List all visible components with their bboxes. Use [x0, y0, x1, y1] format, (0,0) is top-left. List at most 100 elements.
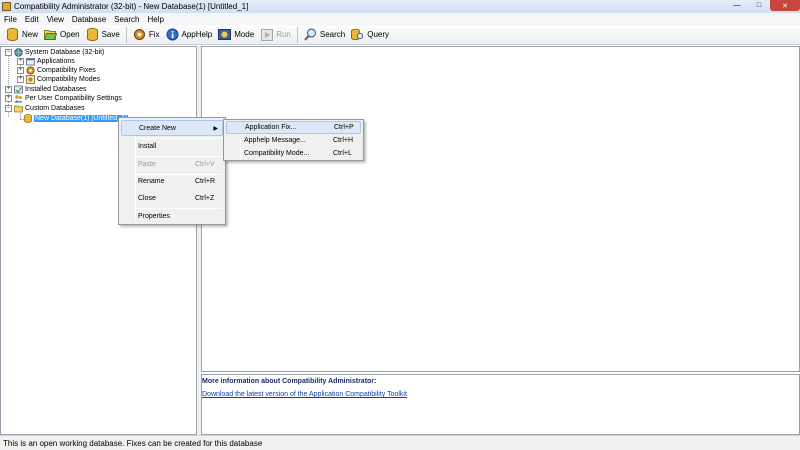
expand-toggle[interactable]: + [5, 95, 12, 102]
window-title: Compatibility Administrator (32-bit) - N… [14, 2, 249, 11]
query-label: Query [367, 30, 390, 39]
users-icon [14, 94, 23, 103]
application-fix-menu-item[interactable]: Application Fix... Ctrl+P [226, 121, 361, 134]
apphelp-label: AppHelp [181, 30, 213, 39]
save-database-icon [86, 28, 99, 41]
tree-item-installed-databases[interactable]: + Installed Databases [5, 85, 86, 94]
menu-item-label: Properties [138, 212, 170, 220]
menu-help[interactable]: Help [144, 15, 168, 24]
menu-item-shortcut: Ctrl+P [334, 124, 354, 131]
database-tree-pane[interactable]: − System Database (32-bit) + Application… [0, 46, 197, 435]
collapse-toggle[interactable]: − [5, 105, 12, 112]
close-window-button[interactable]: ✕ [770, 0, 800, 11]
fix-gear-icon [133, 28, 146, 41]
menu-search[interactable]: Search [110, 15, 143, 24]
search-button[interactable]: Search [301, 26, 348, 44]
new-database-icon [6, 28, 19, 41]
expand-toggle[interactable]: + [17, 76, 24, 83]
minimize-button[interactable]: — [726, 0, 748, 11]
menu-database[interactable]: Database [68, 15, 110, 24]
tree-label: Custom Databases [25, 105, 85, 112]
menu-item-label: Application Fix... [245, 124, 297, 131]
app-icon [2, 2, 11, 11]
status-text: This is an open working database. Fixes … [3, 438, 263, 448]
menu-item-shortcut: Ctrl+L [333, 150, 352, 157]
toolbar: New Open Save Fix AppHelp Mode Run Searc… [0, 25, 800, 45]
fix-label: Fix [148, 30, 160, 39]
apphelp-message-menu-item[interactable]: Apphelp Message... Ctrl+H [226, 134, 361, 147]
run-label: Run [276, 30, 291, 39]
run-icon [260, 28, 273, 41]
menu-item-shortcut: Ctrl+V [195, 160, 215, 168]
custom-databases-icon [14, 104, 23, 113]
mode-label: Mode [234, 30, 255, 39]
details-pane[interactable] [201, 46, 800, 372]
menu-item-shortcut: Ctrl+R [195, 177, 216, 185]
download-toolkit-link[interactable]: Download the latest version of the Appli… [202, 391, 799, 398]
rename-menu-item[interactable]: Rename Ctrl+R [121, 173, 223, 189]
query-icon [351, 28, 364, 41]
applications-icon [26, 57, 35, 66]
menu-bar: File Edit View Database Search Help [0, 13, 800, 25]
installed-databases-icon [14, 85, 23, 94]
window-controls: — □ ✕ [726, 0, 800, 11]
menu-view[interactable]: View [43, 15, 68, 24]
tree-item-system-database[interactable]: − System Database (32-bit) [5, 48, 104, 57]
open-folder-icon [44, 28, 58, 41]
open-button[interactable]: Open [41, 26, 83, 44]
context-menu: Create New ▶ Install Paste Ctrl+V Rename… [118, 117, 226, 225]
new-button[interactable]: New [3, 26, 41, 44]
information-pane: More information about Compatibility Adm… [201, 374, 800, 435]
tree-item-compatibility-modes[interactable]: + Compatibility Modes [17, 75, 100, 84]
run-button[interactable]: Run [257, 26, 294, 44]
close-menu-item[interactable]: Close Ctrl+Z [121, 190, 223, 206]
expand-toggle[interactable]: + [17, 67, 24, 74]
tree-label: Installed Databases [25, 86, 87, 93]
menu-item-label: Create New [139, 124, 176, 132]
submenu-arrow-icon: ▶ [213, 125, 218, 132]
modes-icon [26, 75, 35, 84]
info-icon [166, 28, 179, 41]
search-icon [304, 28, 317, 41]
expand-toggle[interactable]: + [17, 58, 24, 65]
menu-item-label: Paste [138, 160, 156, 168]
tree-label: Compatibility Fixes [37, 67, 96, 74]
tree-item-compatibility-fixes[interactable]: + Compatibility Fixes [17, 66, 96, 75]
database-globe-icon [14, 48, 23, 57]
title-bar: Compatibility Administrator (32-bit) - N… [0, 0, 800, 13]
tree-label: Applications [37, 58, 75, 65]
menu-item-shortcut: Ctrl+H [333, 137, 354, 144]
save-button[interactable]: Save [83, 26, 123, 44]
tree-label: System Database (32-bit) [25, 49, 105, 56]
menu-item-label: Compatibility Mode... [244, 150, 310, 157]
query-button[interactable]: Query [348, 26, 392, 44]
menu-file[interactable]: File [0, 15, 21, 24]
collapse-toggle[interactable]: − [5, 49, 12, 56]
menu-edit[interactable]: Edit [21, 15, 43, 24]
tree-item-custom-databases[interactable]: − Custom Databases [5, 104, 85, 113]
install-menu-item[interactable]: Install [121, 138, 223, 154]
create-new-menu-item[interactable]: Create New ▶ [121, 120, 223, 136]
create-new-submenu: Application Fix... Ctrl+P Apphelp Messag… [223, 119, 364, 161]
save-label: Save [101, 30, 120, 39]
tree-item-applications[interactable]: + Applications [17, 57, 75, 66]
expand-toggle[interactable]: + [5, 86, 12, 93]
menu-item-label: Rename [138, 177, 165, 185]
maximize-button[interactable]: □ [748, 0, 770, 11]
tree-label: New Database(1) [Untitled_1] [34, 115, 128, 122]
database-icon [23, 114, 32, 123]
menu-item-label: Install [138, 142, 157, 150]
tree-label: Compatibility Modes [37, 76, 101, 83]
tree-item-per-user-settings[interactable]: + Per User Compatibility Settings [5, 94, 122, 103]
mode-button[interactable]: Mode [215, 26, 257, 44]
apphelp-button[interactable]: AppHelp [163, 26, 216, 44]
compatibility-mode-menu-item[interactable]: Compatibility Mode... Ctrl+L [226, 147, 361, 160]
paste-menu-item[interactable]: Paste Ctrl+V [121, 156, 223, 172]
fix-button[interactable]: Fix [130, 26, 163, 44]
info-heading: More information about Compatibility Adm… [202, 378, 377, 385]
properties-menu-item[interactable]: Properties [121, 208, 223, 224]
tree-item-new-database[interactable]: New Database(1) [Untitled_1] [23, 114, 128, 123]
status-bar: This is an open working database. Fixes … [0, 435, 800, 450]
mode-icon [218, 28, 232, 41]
open-label: Open [60, 30, 80, 39]
